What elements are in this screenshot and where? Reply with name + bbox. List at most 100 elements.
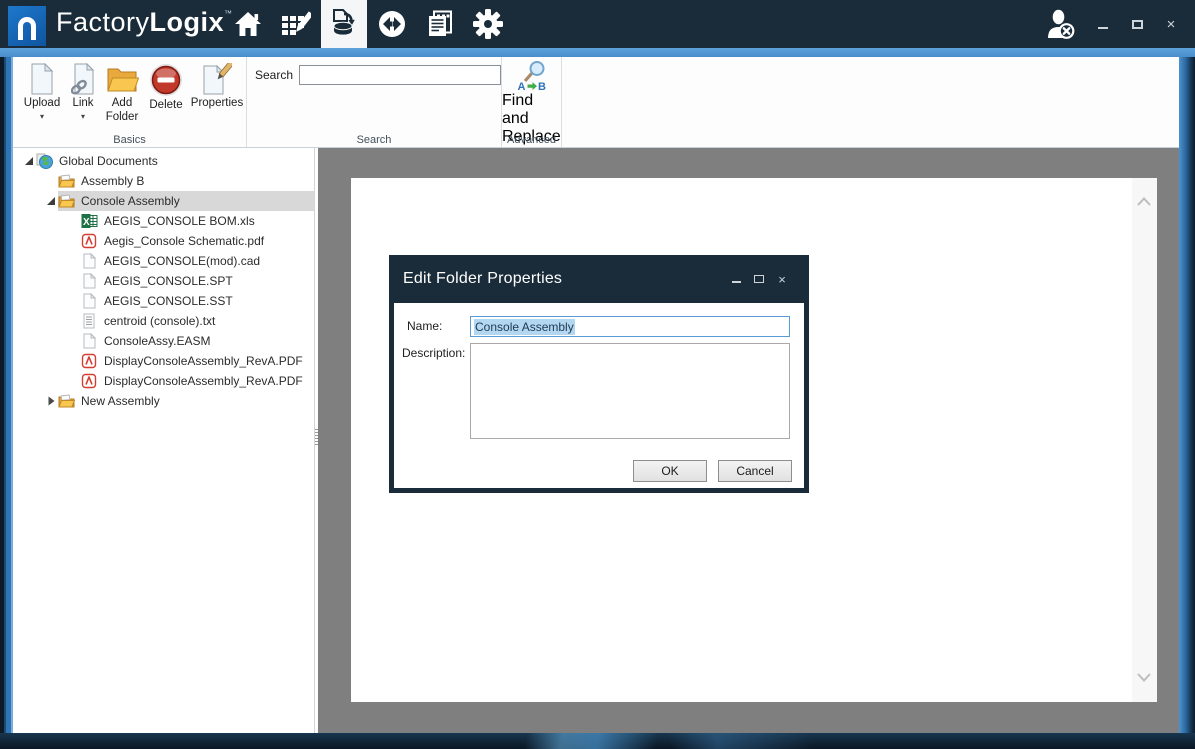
- search-input[interactable]: [299, 65, 501, 85]
- tree-item-label: Global Documents: [59, 154, 158, 168]
- upload-dropdown-icon[interactable]: ▾: [40, 113, 44, 121]
- tree-item-file[interactable]: AEGIS_CONSOLE.SPT: [13, 271, 314, 291]
- tree-item-assembly-b[interactable]: Assembly B: [13, 171, 314, 191]
- expander-expanded-icon[interactable]: [22, 156, 36, 166]
- brand-text: FactoryLogix™: [56, 7, 233, 38]
- expander-expanded-icon[interactable]: [44, 196, 58, 206]
- group-label-advanced: Advanced: [502, 134, 561, 146]
- nav-reports-button[interactable]: [417, 0, 463, 48]
- add-folder-icon: [105, 63, 139, 95]
- ok-button[interactable]: OK: [633, 460, 707, 482]
- ribbon-group-advanced: A B Find and Replace Advanced: [502, 57, 562, 147]
- folder-icon: [58, 173, 75, 189]
- maximize-icon: [1132, 20, 1143, 29]
- cancel-button[interactable]: Cancel: [718, 460, 792, 482]
- pdf-file-icon: [81, 353, 98, 369]
- document-library-icon: [329, 9, 359, 39]
- brand-logix: Logix: [150, 7, 225, 37]
- titlebar[interactable]: FactoryLogix™: [0, 0, 1195, 48]
- find-and-replace-icon: A B: [516, 60, 548, 92]
- generic-file-icon: [81, 253, 98, 269]
- titlebar-right: ×: [1041, 0, 1183, 48]
- ribbon-group-search: Search Search: [247, 57, 502, 147]
- tree-item-file[interactable]: ConsoleAssy.EASM: [13, 331, 314, 351]
- tree-item-label: AEGIS_CONSOLE(mod).cad: [104, 254, 260, 268]
- generic-file-icon: [81, 293, 98, 309]
- tree-item-file[interactable]: AEGIS_CONSOLE(mod).cad: [13, 251, 314, 271]
- add-folder-label: Add Folder: [101, 97, 143, 125]
- factorylogix-logo-icon: [8, 6, 46, 46]
- minimize-button[interactable]: [1091, 9, 1115, 39]
- dialog-minimize-button[interactable]: [729, 269, 743, 289]
- tree-item-console-assembly[interactable]: Console Assembly: [13, 191, 314, 211]
- transfer-arrows-icon: [378, 10, 406, 38]
- accent-divider: [0, 48, 1195, 57]
- scroll-down-icon[interactable]: [1136, 669, 1152, 687]
- link-button[interactable]: Link ▾: [65, 61, 101, 121]
- maximize-button[interactable]: [1125, 9, 1149, 39]
- nav-settings-button[interactable]: [465, 0, 511, 48]
- tree-item-file[interactable]: Aegis_Console Schematic.pdf: [13, 231, 314, 251]
- tree-item-new-assembly[interactable]: New Assembly: [13, 391, 314, 411]
- link-dropdown-icon[interactable]: ▾: [81, 113, 85, 121]
- user-logout-button[interactable]: [1041, 0, 1081, 48]
- tree-item-file[interactable]: X AEGIS_CONSOLE BOM.xls: [13, 211, 314, 231]
- logo-n-glyph: [18, 17, 36, 40]
- close-button[interactable]: ×: [1159, 9, 1183, 39]
- properties-label: Properties: [191, 97, 243, 111]
- tree-item-file[interactable]: AEGIS_CONSOLE.SST: [13, 291, 314, 311]
- nav-document-library-button[interactable]: [321, 0, 367, 48]
- minimize-icon: [1098, 27, 1108, 29]
- pdf-file-icon: [81, 373, 98, 389]
- edit-folder-properties-dialog: Edit Folder Properties × Name: Console A…: [389, 255, 809, 493]
- upload-label: Upload: [24, 97, 60, 111]
- dialog-body: Name: Console Assembly Description: OK C…: [394, 303, 804, 488]
- ribbon-toolbar: Upload ▾ Link ▾ Add Folde: [13, 57, 1179, 148]
- globe-icon: [36, 153, 53, 169]
- delete-label: Delete: [149, 99, 182, 113]
- minimize-icon: [732, 281, 741, 283]
- reports-icon: [425, 10, 455, 38]
- properties-button[interactable]: Properties: [189, 61, 245, 111]
- tree-item-label: Console Assembly: [81, 194, 180, 208]
- tree-item-label: Aegis_Console Schematic.pdf: [104, 234, 264, 248]
- dialog-close-button[interactable]: ×: [775, 269, 789, 289]
- vertical-scrollbar[interactable]: [1132, 178, 1157, 702]
- tree-item-label: centroid (console).txt: [104, 314, 215, 328]
- description-textarea[interactable]: [470, 343, 790, 439]
- expander-collapsed-icon[interactable]: [44, 396, 58, 406]
- nav-production-button[interactable]: [369, 0, 415, 48]
- document-tree-panel: Global Documents Assembly B: [13, 148, 314, 733]
- tree-item-file[interactable]: DisplayConsoleAssembly_RevA.PDF: [13, 351, 314, 371]
- grid-pencil-icon: [281, 10, 311, 38]
- find-replace-b-glyph: B: [538, 81, 546, 92]
- upload-button[interactable]: Upload ▾: [19, 61, 65, 121]
- window-frame-left: [0, 57, 13, 733]
- find-replace-a-glyph: A: [518, 81, 526, 92]
- tree-item-global-documents[interactable]: Global Documents: [13, 151, 314, 171]
- window-frame-right: [1179, 57, 1195, 733]
- tree-item-label: AEGIS_CONSOLE BOM.xls: [104, 214, 255, 228]
- add-folder-button[interactable]: Add Folder: [101, 61, 143, 125]
- properties-icon: [202, 63, 232, 95]
- gear-icon: [473, 9, 503, 39]
- tree-item-file[interactable]: DisplayConsoleAssembly_RevA.PDF: [13, 371, 314, 391]
- dialog-titlebar[interactable]: Edit Folder Properties ×: [389, 255, 809, 303]
- delete-icon: [149, 63, 183, 97]
- folder-icon: [58, 393, 75, 409]
- find-and-replace-button[interactable]: A B Find and Replace: [502, 57, 562, 146]
- name-input[interactable]: Console Assembly: [470, 316, 790, 337]
- home-icon: [234, 11, 262, 37]
- scroll-up-icon[interactable]: [1136, 193, 1152, 211]
- nav-process-engineering-button[interactable]: [273, 0, 319, 48]
- tree-item-label: AEGIS_CONSOLE.SPT: [104, 274, 233, 288]
- description-field-label: Description:: [402, 346, 465, 360]
- nav-home-button[interactable]: [225, 0, 271, 48]
- tree-item-label: New Assembly: [81, 394, 160, 408]
- brand-factory: Factory: [56, 7, 150, 37]
- tree-item-file[interactable]: centroid (console).txt: [13, 311, 314, 331]
- dialog-maximize-button[interactable]: [752, 269, 766, 289]
- name-input-selected-text: Console Assembly: [474, 319, 575, 335]
- link-document-icon: [71, 63, 95, 95]
- delete-button[interactable]: Delete: [143, 61, 189, 113]
